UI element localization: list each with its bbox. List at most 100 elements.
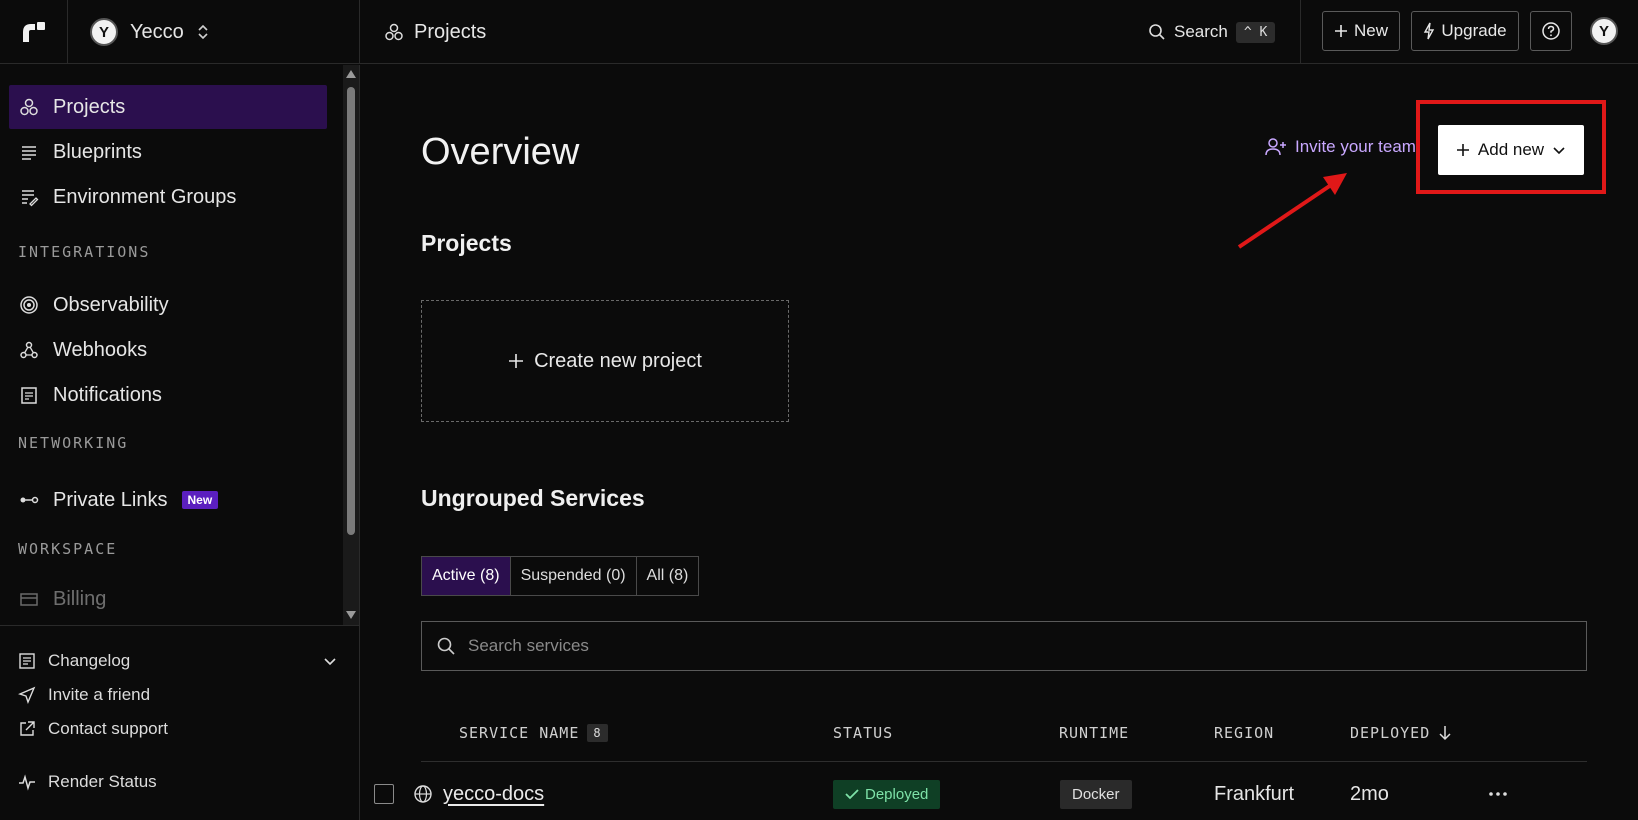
scroll-down-icon[interactable]	[346, 611, 356, 619]
runtime-badge: Docker	[1060, 779, 1132, 809]
sidebar: Projects Blueprints Environment Groups I…	[0, 65, 360, 820]
section-heading-integrations: INTEGRATIONS	[18, 243, 151, 261]
projects-icon	[384, 22, 404, 42]
column-header-runtime[interactable]: RUNTIME	[1059, 724, 1129, 742]
new-badge: New	[181, 491, 219, 509]
contact-support-label: Contact support	[48, 719, 169, 738]
scroll-up-icon[interactable]	[346, 70, 356, 78]
search-label: Search	[1174, 22, 1228, 41]
table-row: yecco-docs	[413, 777, 544, 811]
sidebar-item-environment-groups[interactable]: Environment Groups	[9, 175, 327, 219]
highlight-box	[1416, 100, 1606, 194]
send-icon	[18, 686, 36, 704]
service-search-placeholder: Search services	[468, 636, 589, 655]
deployed-cell: 2mo	[1350, 782, 1389, 805]
search-icon	[1148, 23, 1166, 41]
workspace-avatar: Y	[90, 18, 118, 46]
blueprints-icon	[19, 142, 39, 162]
sidebar-footer: Changelog Invite a friend Contact suppor…	[0, 625, 359, 820]
sidebar-item-label: Private Links	[53, 488, 168, 511]
sidebar-item-notifications[interactable]: Notifications	[9, 373, 327, 417]
new-button-label: New	[1353, 21, 1388, 40]
render-status-item[interactable]: Render Status	[18, 772, 157, 792]
changelog-icon	[18, 652, 36, 670]
section-heading-networking: NETWORKING	[18, 434, 129, 452]
status-badge: Deployed	[833, 779, 941, 809]
tab-all[interactable]: All (8)	[637, 557, 699, 595]
help-icon	[1541, 21, 1561, 41]
user-plus-icon	[1265, 137, 1287, 157]
row-actions-button[interactable]	[1488, 777, 1508, 811]
projects-heading: Projects	[421, 230, 512, 256]
sidebar-item-webhooks[interactable]: Webhooks	[9, 328, 327, 372]
create-project-label: Create new project	[534, 349, 702, 372]
service-search-field[interactable]: Search services	[421, 621, 1587, 671]
sidebar-item-private-links[interactable]: Private Links New	[9, 478, 327, 522]
row-checkbox[interactable]	[374, 777, 394, 811]
workspace-name: Yecco	[130, 20, 184, 43]
divider	[1300, 0, 1301, 64]
column-header-deployed[interactable]: DEPLOYED	[1350, 724, 1452, 742]
sidebar-item-label: Billing	[53, 587, 107, 610]
column-header-region[interactable]: REGION	[1214, 724, 1274, 742]
top-bar: Y Yecco Projects Search ^ K New Upgrade	[0, 0, 1638, 64]
service-name-link[interactable]: yecco-docs	[443, 783, 544, 806]
upgrade-button-label: Upgrade	[1441, 21, 1507, 40]
check-icon	[845, 788, 859, 800]
webhooks-icon	[19, 340, 39, 360]
sidebar-item-billing[interactable]: Billing	[9, 577, 327, 621]
help-button[interactable]	[1530, 11, 1572, 51]
upgrade-button[interactable]: Upgrade	[1411, 11, 1519, 51]
lightning-icon	[1423, 22, 1435, 40]
invite-friend-item[interactable]: Invite a friend	[18, 685, 150, 705]
sidebar-item-blueprints[interactable]: Blueprints	[9, 130, 327, 174]
search-icon	[436, 636, 456, 656]
annotation-arrow-icon	[1237, 173, 1347, 249]
private-links-icon	[19, 490, 39, 510]
checkbox[interactable]	[374, 784, 394, 804]
service-filter-tabs: Active (8) Suspended (0) All (8)	[421, 556, 700, 596]
sidebar-item-observability[interactable]: Observability	[9, 283, 327, 327]
column-header-service-name[interactable]: SERVICE NAME 8	[459, 724, 608, 742]
region-cell: Frankfurt	[1214, 782, 1295, 805]
invite-friend-label: Invite a friend	[48, 685, 151, 704]
render-logo-icon[interactable]	[0, 0, 68, 64]
contact-support-item[interactable]: Contact support	[18, 719, 168, 739]
page-title: Overview	[421, 131, 580, 173]
new-button[interactable]: New	[1322, 11, 1400, 51]
sidebar-item-label: Environment Groups	[53, 185, 237, 208]
scroll-thumb[interactable]	[347, 87, 355, 535]
sidebar-item-projects[interactable]: Projects	[9, 85, 327, 129]
sidebar-item-label: Observability	[53, 293, 169, 316]
column-header-label: SERVICE NAME	[459, 724, 580, 742]
tab-active[interactable]: Active (8)	[422, 557, 511, 595]
global-search[interactable]: Search ^ K	[1148, 16, 1276, 48]
env-groups-icon	[19, 187, 39, 207]
create-project-card[interactable]: Create new project	[421, 300, 789, 422]
sidebar-item-label: Notifications	[53, 383, 162, 406]
user-avatar[interactable]: Y	[1590, 17, 1618, 45]
table-divider	[421, 761, 1587, 762]
column-header-label: DEPLOYED	[1350, 724, 1431, 742]
sidebar-item-label: Projects	[53, 95, 126, 118]
breadcrumb-label[interactable]: Projects	[414, 21, 486, 44]
changelog-item[interactable]: Changelog	[18, 651, 338, 671]
more-horizontal-icon	[1488, 791, 1508, 797]
status-cell: Deployed	[833, 777, 941, 811]
projects-icon	[19, 97, 39, 117]
workspace-switcher[interactable]: Y Yecco	[68, 0, 360, 64]
sidebar-scrollbar[interactable]	[343, 65, 359, 625]
external-link-icon	[18, 720, 36, 738]
invite-team-link[interactable]: Invite your team	[1265, 137, 1416, 157]
breadcrumb: Projects	[384, 0, 486, 64]
status-label: Deployed	[865, 785, 929, 803]
search-shortcut: ^ K	[1235, 21, 1276, 43]
plus-icon	[508, 353, 524, 369]
chevron-down-icon[interactable]	[322, 653, 338, 669]
column-header-status[interactable]: STATUS	[833, 724, 893, 742]
render-status-label: Render Status	[48, 772, 157, 791]
tab-suspended[interactable]: Suspended (0)	[511, 557, 637, 595]
observability-icon	[19, 295, 39, 315]
billing-icon	[19, 589, 39, 609]
sidebar-item-label: Blueprints	[53, 140, 142, 163]
